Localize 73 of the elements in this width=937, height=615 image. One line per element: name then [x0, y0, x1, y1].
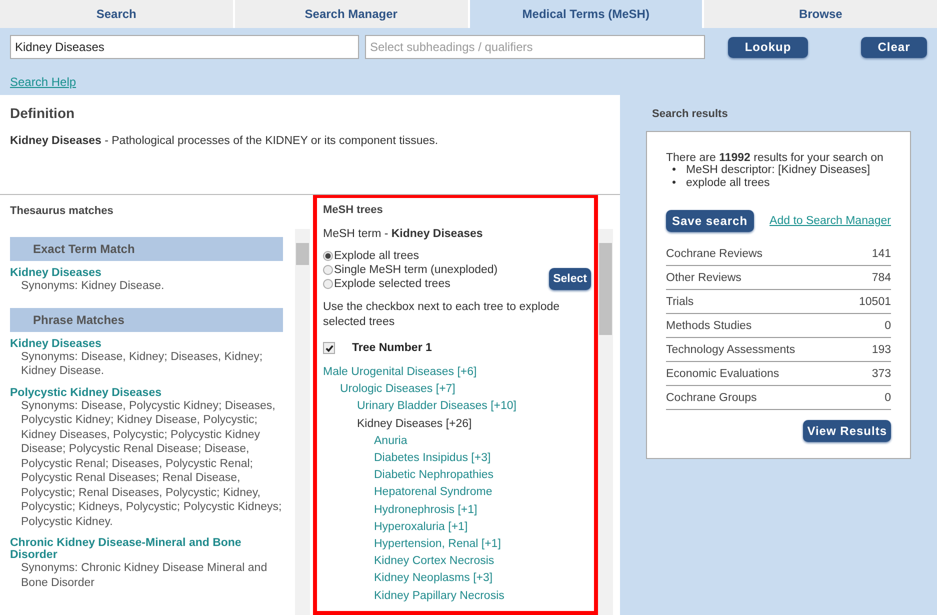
nav-tab[interactable]: Browse — [704, 0, 937, 28]
definition-text: Kidney Diseases - Pathological processes of the KIDNEY or its component tissues. — [10, 135, 440, 147]
tree-node-link[interactable]: Urologic Diseases [+7] — [340, 383, 456, 396]
scrollbar[interactable] — [295, 229, 310, 615]
criteria-item: MeSH descriptor: [Kidney Diseases] — [686, 164, 870, 176]
tree-node-link[interactable]: Kidney Cortex Necrosis — [374, 555, 494, 568]
group-heading: Phrase Matches — [10, 308, 283, 332]
result-count: 0 — [884, 320, 891, 332]
term-link[interactable]: Kidney Diseases — [10, 267, 283, 279]
radio-button[interactable] — [323, 251, 333, 261]
synonyms-text: Synonyms: Chronic Kidney Disease Mineral and Bone Disorder — [20, 561, 268, 590]
tree-checkbox[interactable] — [323, 342, 335, 354]
criteria-item: explode all trees — [686, 177, 770, 189]
tree-node-link[interactable]: Anuria — [374, 434, 408, 447]
result-count: 141 — [872, 248, 891, 260]
nav-tab[interactable]: Search — [0, 0, 233, 28]
search-results-title: Search results — [652, 108, 729, 120]
result-category: Cochrane Groups — [666, 392, 757, 404]
definition-title: Definition — [10, 105, 76, 121]
search-field[interactable]: Kidney Diseases — [10, 35, 359, 59]
tree-node-link[interactable]: Hydronephrosis [+1] — [374, 504, 478, 516]
clear-button[interactable]: Clear — [861, 36, 927, 58]
lookup-button[interactable]: Lookup — [728, 36, 808, 58]
synonyms-text: Synonyms: Disease, Kidney; Diseases, Kidney; Kidney Disease. — [20, 350, 264, 378]
result-category: Cochrane Reviews — [666, 248, 763, 260]
search-help-link[interactable]: Search Help — [10, 75, 76, 89]
synonyms-text: Synonyms: Kidney Disease. — [20, 279, 166, 294]
result-category: Other Reviews — [666, 272, 742, 284]
radio-label[interactable]: Explode all trees — [334, 249, 420, 263]
nav-tab[interactable]: Medical Terms (MeSH) — [470, 0, 702, 28]
result-count: 193 — [872, 344, 891, 356]
hint-text: Use the checkbox next to each tree to explode selected trees — [323, 300, 561, 330]
select-button[interactable]: Select — [549, 268, 591, 290]
qualifiers-field[interactable]: Select subheadings / qualifiers — [365, 35, 705, 59]
radio-button[interactable] — [323, 265, 333, 275]
tree-node-link[interactable]: Hyperoxaluria [+1] — [374, 520, 468, 533]
result-count: 784 — [872, 272, 891, 284]
bullet-marker: • — [672, 177, 678, 190]
radio-label[interactable]: Explode selected trees — [334, 277, 450, 291]
result-count: 373 — [872, 368, 891, 380]
tree-node-label: Kidney Diseases [+26] — [357, 418, 472, 430]
mesh-trees-title: MeSH trees — [323, 204, 384, 216]
tree-number-label: Tree Number 1 — [352, 342, 432, 354]
bullet-marker: • — [672, 164, 678, 177]
tree-node-link[interactable]: Urinary Bladder Diseases [+10] — [357, 400, 516, 412]
tree-node-link[interactable]: Hypertension, Renal [+1] — [374, 538, 501, 550]
results-summary: There are 11992 results for your search on — [666, 152, 884, 164]
result-category: Trials — [666, 296, 694, 308]
save-search-button[interactable]: Save search — [666, 210, 754, 232]
tree-node-link[interactable]: Kidney Neoplasms [+3] — [374, 572, 493, 584]
radio-button[interactable] — [323, 279, 333, 289]
synonyms-text: Synonyms: Disease, Polycystic Kidney; Diseases, Polycystic Kidney; Kidney Disease, Polycystic; Kidney Diseases, Polycystic; Polycystic Kidney Disease; Polycystic Renal Disease; Disease, Polycystic Renal; Diseases, Polycystic Renal; Polycystic Renal Diseases; Renal Disease, Polycystic; Renal Diseases, Polycystic; Kidney, Polycystic; Kidneys, Polycystic; Polycystic Kidneys; Polycystic Kidney. — [20, 398, 283, 529]
tree-node-link[interactable]: Kidney Papillary Necrosis — [374, 590, 504, 602]
view-results-button[interactable]: View Results — [803, 420, 891, 442]
result-category: Economic Evaluations — [666, 368, 780, 380]
thesaurus-title: Thesaurus matches — [9, 204, 114, 219]
tree-node-link[interactable]: Diabetes Insipidus [+3] — [374, 452, 491, 464]
term-link[interactable]: Polycystic Kidney Diseases — [10, 386, 283, 398]
tree-node-link[interactable]: Hepatorenal Syndrome — [374, 486, 492, 498]
radio-label[interactable]: Single MeSH term (unexploded) — [334, 263, 498, 277]
group-heading: Exact Term Match — [10, 237, 283, 261]
scrollbar[interactable] — [598, 229, 613, 615]
term-link[interactable]: Kidney Diseases — [10, 338, 283, 350]
add-to-manager-link[interactable]: Add to Search Manager — [770, 215, 891, 227]
term-link[interactable]: Chronic Kidney Disease-Mineral and Bone Disorder — [10, 537, 283, 561]
result-count: 10501 — [859, 296, 891, 308]
tree-node-link[interactable]: Diabetic Nephropathies — [374, 469, 494, 482]
tree-node-link[interactable]: Male Urogenital Diseases [+6] — [323, 366, 477, 378]
result-count: 0 — [884, 392, 891, 404]
result-category: Methods Studies — [666, 320, 752, 332]
result-category: Technology Assessments — [666, 344, 796, 356]
nav-tab[interactable]: Search Manager — [234, 0, 468, 28]
mesh-term-text: MeSH term - Kidney Diseases — [323, 228, 484, 240]
